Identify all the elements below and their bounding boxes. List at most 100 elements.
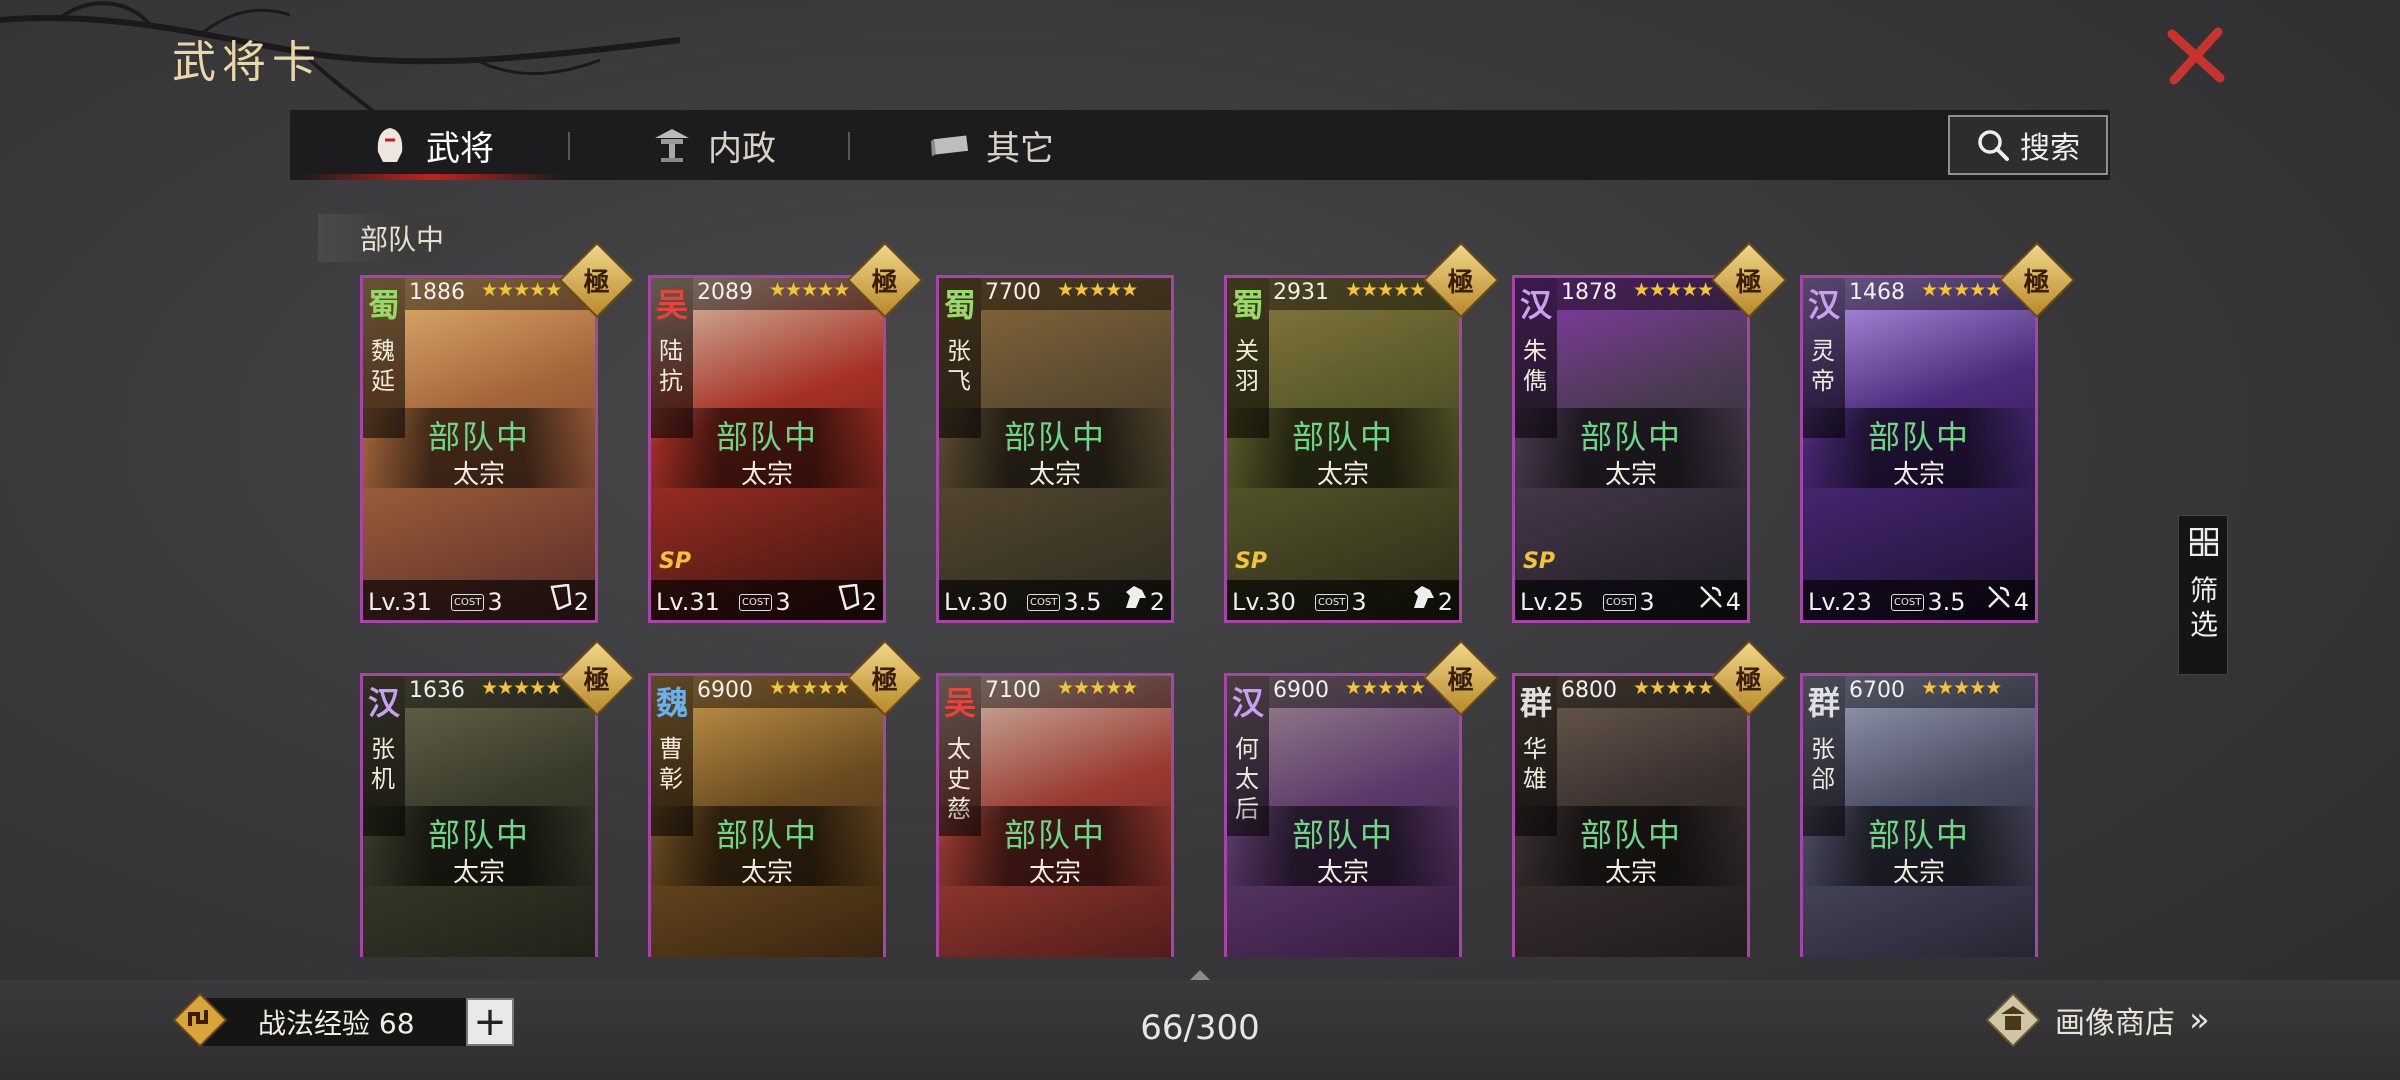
- search-icon: [1978, 130, 2009, 161]
- tab-others[interactable]: 其它: [930, 110, 1054, 180]
- general-name: 张机: [371, 735, 395, 793]
- general-card[interactable]: 群张郃 6700 ★★★★★ 部队中 太宗: [1800, 673, 2038, 957]
- troop-owner: 太宗: [1892, 858, 1945, 888]
- faction-label: 汉: [1232, 684, 1265, 722]
- general-card[interactable]: 蜀魏延 1886 ★★★★★ 部队中 太宗 Lv.31 COST 3 2: [360, 275, 598, 623]
- star-rating: ★★★★★: [481, 279, 562, 301]
- general-name: 华雄: [1523, 735, 1547, 793]
- general-name: 张飞: [947, 337, 971, 395]
- faction-label: 蜀: [944, 286, 977, 324]
- faction-label: 蜀: [1232, 286, 1265, 324]
- general-power: 2089: [697, 280, 753, 305]
- general-level: Lv.25: [1520, 588, 1584, 616]
- general-cost: COST 3: [451, 588, 503, 616]
- portrait-shop-button[interactable]: 画像商店 »: [1985, 990, 2210, 1050]
- deploy-status: 部队中: [427, 418, 530, 456]
- filter-button[interactable]: 筛选: [2178, 515, 2228, 675]
- general-card[interactable]: 汉张机 1636 ★★★★★ 部队中 太宗: [360, 673, 598, 957]
- tactic-exp-display: 战法经验 68: [200, 998, 470, 1046]
- general-name: 关羽: [1235, 337, 1259, 395]
- star-rating: ★★★★★: [769, 677, 850, 699]
- troop-owner: 太宗: [452, 858, 505, 888]
- general-power: 7100: [985, 678, 1041, 703]
- deploy-status: 部队中: [715, 816, 818, 854]
- shield-icon: [550, 583, 572, 616]
- cost-icon: COST: [1603, 593, 1637, 611]
- general-name: 灵帝: [1811, 337, 1835, 395]
- badge-label: 極: [1735, 267, 1763, 298]
- badge-label: 極: [1447, 665, 1475, 696]
- general-card[interactable]: 群华雄 6800 ★★★★★ 部队中 太宗: [1512, 673, 1750, 957]
- badge-label: 極: [871, 267, 899, 298]
- general-card[interactable]: 吴陆抗 2089 ★★★★★ 部队中 太宗 Lv.31 COST 3 2 SP: [648, 275, 886, 623]
- badge-label: 極: [1735, 665, 1763, 696]
- general-power: 6800: [1561, 678, 1617, 703]
- filter-label: 筛选: [2190, 574, 2219, 641]
- general-card[interactable]: 蜀张飞 7700 ★★★★★ 部队中 太宗 Lv.30 COST 3.5 2: [936, 275, 1174, 623]
- deploy-status: 部队中: [1579, 418, 1682, 456]
- ingot-icon: [930, 125, 970, 165]
- crossbow-icon: [1698, 584, 1724, 616]
- deploy-status: 部队中: [1579, 816, 1682, 854]
- cost-value: 3: [1351, 588, 1367, 616]
- cost-value: 3: [1639, 588, 1655, 616]
- general-power: 6900: [697, 678, 753, 703]
- general-cost: COST 3: [739, 588, 791, 616]
- pavilion-icon: [652, 125, 692, 165]
- troop-owner: 太宗: [740, 858, 793, 888]
- sp-mark: SP: [1523, 549, 1555, 574]
- tab-domestic[interactable]: 内政: [652, 110, 776, 180]
- troop-owner: 太宗: [1316, 858, 1369, 888]
- cost-value: 3: [487, 588, 503, 616]
- cost-value: 3.5: [1063, 588, 1102, 616]
- troop-type: 2: [1410, 584, 1453, 616]
- general-card[interactable]: 汉灵帝 1468 ★★★★★ 部队中 太宗 Lv.23 COST 3.5 4: [1800, 275, 2038, 623]
- faction-label: 群: [1520, 684, 1553, 722]
- tab-label: 内政: [708, 128, 776, 169]
- badge-label: 極: [583, 267, 611, 298]
- cost-icon: COST: [1315, 593, 1349, 611]
- troop-owner: 太宗: [1892, 460, 1945, 490]
- general-card[interactable]: 汉何太后6900★★★★★部队中太宗: [1224, 673, 1462, 957]
- general-cost: COST 3.5: [1891, 588, 1965, 616]
- troop-owner: 太宗: [1316, 460, 1369, 490]
- deploy-status: 部队中: [1003, 816, 1106, 854]
- deploy-status: 部队中: [1003, 418, 1106, 456]
- search-button[interactable]: 搜索: [1948, 115, 2108, 175]
- general-name: 朱儁: [1523, 337, 1547, 395]
- pagoda-icon: [1985, 992, 2041, 1048]
- active-tab-indicator: [300, 174, 564, 180]
- troop-owner: 太宗: [1604, 858, 1657, 888]
- scroll-up-indicator: [1190, 970, 1210, 980]
- add-exp-button[interactable]: +: [466, 998, 514, 1046]
- general-level: Lv.23: [1808, 588, 1872, 616]
- faction-label: 蜀: [368, 286, 401, 324]
- deploy-status: 部队中: [1867, 418, 1970, 456]
- tactic-exp-icon: [172, 992, 228, 1048]
- tab-label: 武将: [426, 128, 494, 169]
- tab-label: 其它: [986, 128, 1054, 169]
- general-power: 6900: [1273, 678, 1329, 703]
- general-card[interactable]: 吴太史慈7100★★★★★部队中太宗: [936, 673, 1174, 957]
- troop-type: 2: [838, 583, 877, 616]
- faction-label: 吴: [944, 684, 977, 722]
- general-power: 7700: [985, 280, 1041, 305]
- cost-value: 3: [775, 588, 791, 616]
- close-icon[interactable]: [2160, 20, 2232, 92]
- general-level: Lv.31: [656, 588, 720, 616]
- tab-generals[interactable]: 武将: [300, 110, 564, 180]
- star-rating: ★★★★★: [1345, 279, 1426, 301]
- general-card[interactable]: 汉朱儁 1878 ★★★★★ 部队中 太宗 Lv.25 COST 3 4 SP: [1512, 275, 1750, 623]
- chevron-right-icon: »: [2189, 1000, 2210, 1040]
- sp-mark: SP: [659, 549, 691, 574]
- page-title: 武将卡: [172, 37, 322, 88]
- cost-icon: COST: [451, 593, 485, 611]
- general-card[interactable]: 魏曹彰 6900 ★★★★★ 部队中 太宗: [648, 673, 886, 957]
- general-power: 1886: [409, 280, 465, 305]
- faction-label: 汉: [1808, 286, 1841, 324]
- general-card[interactable]: 蜀关羽 2931 ★★★★★ 部队中 太宗 Lv.30 COST 3 2 SP: [1224, 275, 1462, 623]
- cost-icon: COST: [1891, 593, 1925, 611]
- star-rating: ★★★★★: [1633, 279, 1714, 301]
- badge-label: 極: [1447, 267, 1475, 298]
- badge-label: 極: [2023, 267, 2051, 298]
